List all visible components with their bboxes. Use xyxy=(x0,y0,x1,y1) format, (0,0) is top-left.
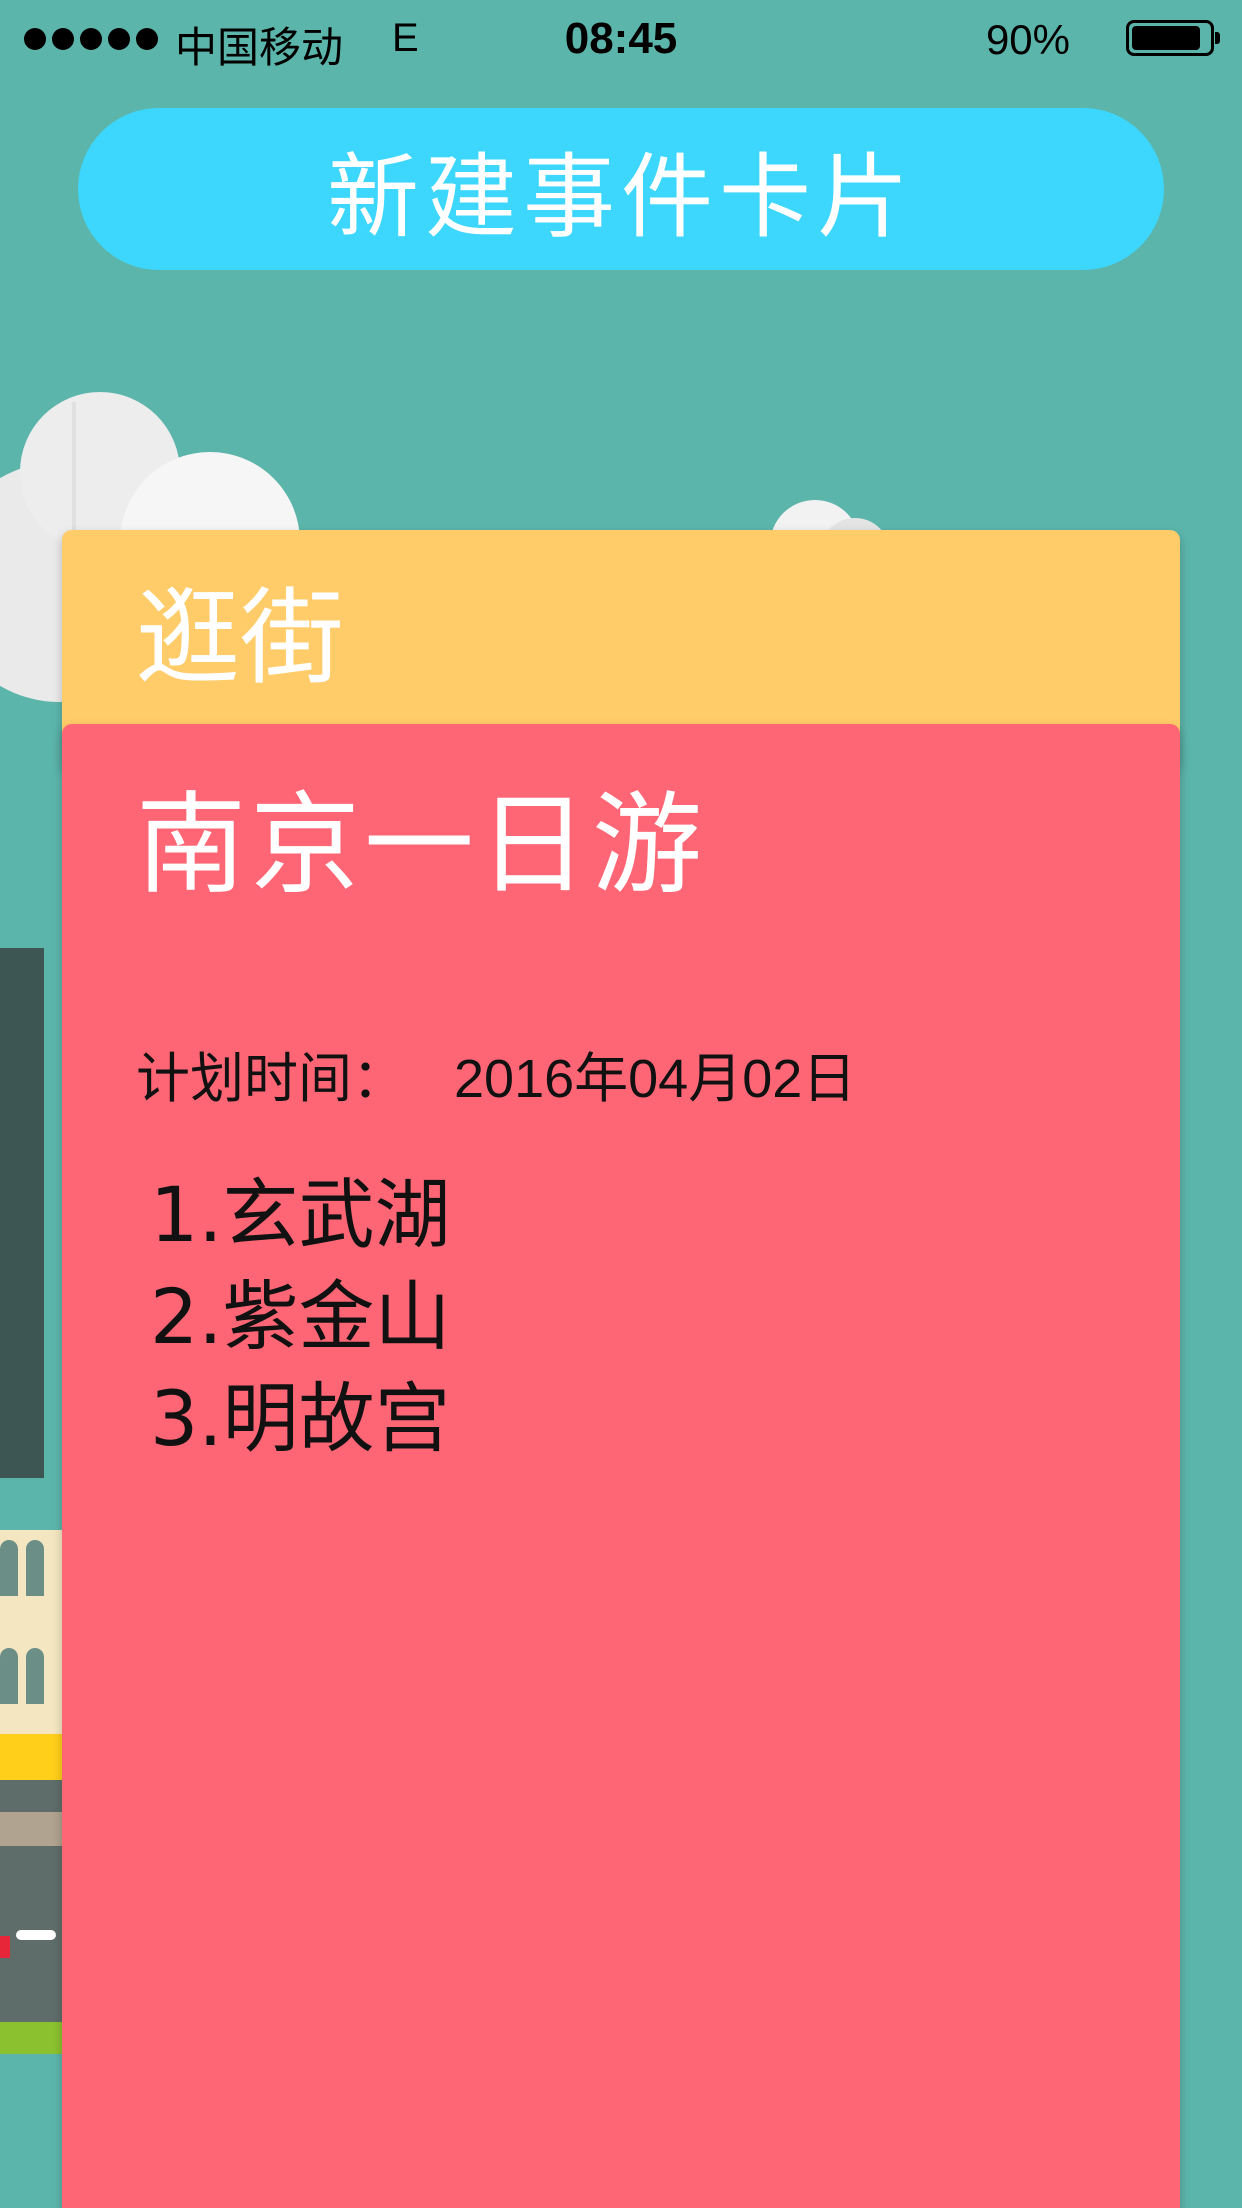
tower-illustration xyxy=(0,948,44,1478)
grass-illustration xyxy=(0,2022,62,2054)
status-bar: 中国移动 E 08:45 90% xyxy=(0,0,1242,80)
awning-illustration xyxy=(0,1734,62,1780)
card-title: 逛街 xyxy=(136,577,345,699)
plan-time-value: 2016年04月02日 xyxy=(454,1049,857,1109)
building-windows-illustration xyxy=(0,1540,62,1596)
list-item: 1.玄武湖 xyxy=(150,1170,451,1259)
sidewalk-illustration xyxy=(0,1812,62,1846)
plan-time-row: 计划时间： 2016年04月02日 xyxy=(136,1034,856,1113)
car-illustration xyxy=(0,1936,10,1958)
list-item: 3.明故宫 xyxy=(150,1374,451,1463)
battery-icon xyxy=(1126,20,1220,56)
battery-percent: 90% xyxy=(985,16,1070,63)
card-title: 南京一日游 xyxy=(136,781,706,909)
app-screen: 中国移动 E 08:45 90% 新建事件卡片 逛街 南京一日游 计划时间： 2… xyxy=(0,0,1242,2208)
battery-level-fill xyxy=(1132,26,1201,50)
road-marking-illustration xyxy=(16,1930,56,1940)
itinerary-list: 1.玄武湖 2.紫金山 3.明故宫 xyxy=(150,1164,451,1470)
plan-time-label: 计划时间： xyxy=(136,1047,406,1110)
building-windows-illustration xyxy=(0,1648,62,1704)
new-event-card-button[interactable]: 新建事件卡片 xyxy=(78,108,1164,270)
event-card-nanjing-trip[interactable]: 南京一日游 计划时间： 2016年04月02日 1.玄武湖 2.紫金山 3.明故… xyxy=(62,724,1180,2208)
list-item: 2.紫金山 xyxy=(150,1272,451,1361)
